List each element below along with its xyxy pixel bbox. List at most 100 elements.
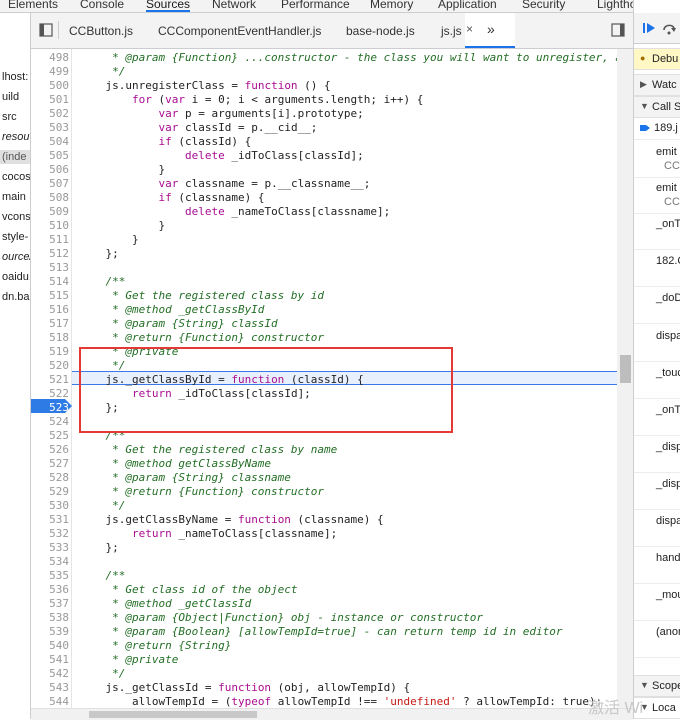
line-number[interactable]: 507 (31, 177, 69, 191)
callstack-current-frame[interactable]: 189.j (654, 121, 678, 135)
line-number[interactable]: 539 (31, 625, 69, 639)
code-line[interactable]: * @method _getClassId (79, 597, 251, 611)
line-number[interactable]: 514 (31, 275, 69, 289)
line-number[interactable]: 530 (31, 499, 69, 513)
callstack-frame[interactable]: _disp (656, 477, 680, 491)
code-line[interactable]: } (79, 233, 139, 247)
file-tab-base-node[interactable]: base-node.js (346, 23, 415, 39)
callstack-frame[interactable]: hand (656, 551, 680, 565)
code-line[interactable]: } (79, 163, 165, 177)
line-number[interactable]: 527 (31, 457, 69, 471)
navigator-item[interactable]: uild (2, 90, 19, 104)
tab-network[interactable]: Network (212, 0, 256, 12)
tab-console[interactable]: Console (80, 0, 124, 12)
line-number[interactable]: 532 (31, 527, 69, 541)
code-line[interactable]: js._getClassId = function (obj, allowTem… (79, 681, 410, 695)
line-number[interactable]: 525 (31, 429, 69, 443)
code-line[interactable]: * @private (79, 653, 178, 667)
code-line[interactable]: if (classname) { (79, 191, 264, 205)
code-line[interactable]: * @return {Function} constructor (79, 485, 324, 499)
line-number[interactable]: 520 (31, 359, 69, 373)
file-tab-js[interactable]: js.js (441, 23, 462, 39)
line-number[interactable]: 538 (31, 611, 69, 625)
tab-elements[interactable]: Elements (8, 0, 58, 12)
line-number[interactable]: 523 (31, 401, 69, 415)
step-over-icon[interactable] (662, 21, 678, 35)
code-line[interactable]: * Get class id of the object (79, 583, 297, 597)
code-line[interactable]: allowTempId = (typeof allowTempId !== 'u… (79, 695, 602, 708)
code-line[interactable]: for (var i = 0; i < arguments.length; i+… (79, 93, 423, 107)
line-number[interactable]: 541 (31, 653, 69, 667)
line-number[interactable]: 508 (31, 191, 69, 205)
code-line[interactable]: * Get the registered class by id (79, 289, 324, 303)
code-line[interactable]: return _nameToClass[classname]; (79, 527, 337, 541)
tab-application[interactable]: Application (438, 0, 497, 12)
line-number[interactable]: 506 (31, 163, 69, 177)
line-number[interactable]: 524 (31, 415, 69, 429)
navigator-item[interactable]: vcons (2, 210, 30, 224)
line-number[interactable]: 504 (31, 135, 69, 149)
line-number[interactable]: 501 (31, 93, 69, 107)
code-line[interactable]: } (79, 219, 165, 233)
resume-icon[interactable] (642, 21, 656, 35)
editor-vertical-scrollbar[interactable] (617, 49, 633, 708)
scrollbar-thumb[interactable] (620, 355, 631, 383)
code-line[interactable]: * @method _getClassById (79, 303, 264, 317)
navigator-item[interactable]: style- (2, 230, 28, 244)
callstack-frame[interactable]: _onT (656, 217, 680, 231)
line-number[interactable]: 522 (31, 387, 69, 401)
line-number[interactable]: 526 (31, 443, 69, 457)
callstack-frame[interactable]: dispa (656, 329, 680, 343)
line-number[interactable]: 511 (31, 233, 69, 247)
code-line[interactable]: * @return {Function} constructor (79, 331, 324, 345)
toggle-navigator-icon[interactable] (39, 23, 53, 37)
code-line[interactable]: delete _nameToClass[classname]; (79, 205, 390, 219)
file-tab-ccbutton[interactable]: CCButton.js (69, 23, 133, 39)
code-line[interactable]: }; (79, 541, 118, 555)
code-line[interactable]: var classId = p.__cid__; (79, 121, 317, 135)
navigator-item[interactable]: dn.ba (2, 290, 30, 304)
code-line[interactable]: */ (79, 499, 125, 513)
navigator-item[interactable]: oaidu. (2, 270, 30, 284)
code-line[interactable]: * Get the registered class by name (79, 443, 337, 457)
callstack-frame[interactable]: _touc (656, 366, 680, 380)
callstack-frame[interactable]: emit (656, 181, 677, 195)
code-line[interactable]: /** (79, 275, 125, 289)
code-line[interactable]: * @param {Boolean} [allowTempId=true] - … (79, 625, 562, 639)
line-number[interactable]: 518 (31, 331, 69, 345)
close-tab-icon[interactable]: × (466, 22, 473, 36)
callstack-frame[interactable]: _disp (656, 440, 680, 454)
line-number[interactable]: 500 (31, 79, 69, 93)
callstack-frame[interactable]: (anon (656, 625, 680, 639)
line-number[interactable]: 535 (31, 569, 69, 583)
navigator-item[interactable]: cocos (2, 170, 30, 184)
toggle-debugger-icon[interactable] (611, 23, 625, 37)
line-number[interactable]: 516 (31, 303, 69, 317)
code-line[interactable]: */ (79, 667, 125, 681)
tab-performance[interactable]: Performance (281, 0, 350, 12)
code-line[interactable]: if (classId) { (79, 135, 251, 149)
code-line[interactable]: }; (79, 247, 118, 261)
watch-section-header[interactable]: ▶ Watc (634, 74, 680, 96)
line-number[interactable]: 515 (31, 289, 69, 303)
scrollbar-thumb[interactable] (89, 711, 257, 718)
callstack-frame[interactable]: _doD (656, 291, 680, 305)
code-line[interactable]: * @param {String} classId (79, 317, 278, 331)
line-number[interactable]: 536 (31, 583, 69, 597)
line-number[interactable]: 533 (31, 541, 69, 555)
code-line[interactable]: * @param {Function} ...constructor - the… (79, 51, 622, 65)
navigator-item[interactable]: ource/ (2, 250, 30, 264)
line-number[interactable]: 544 (31, 695, 69, 708)
callstack-frame[interactable]: emit (656, 145, 677, 159)
line-number[interactable]: 512 (31, 247, 69, 261)
line-number[interactable]: 519 (31, 345, 69, 359)
navigator-item[interactable]: lhost: (2, 70, 28, 84)
code-line[interactable]: * @method getClassByName (79, 457, 271, 471)
line-number[interactable]: 540 (31, 639, 69, 653)
code-line[interactable]: /** (79, 569, 125, 583)
tab-sources[interactable]: Sources (146, 0, 191, 12)
code-editor[interactable]: * @method unregisterClass * @param {Func… (31, 49, 633, 708)
code-line[interactable]: js.unregisterClass = function () { (79, 79, 330, 93)
line-number[interactable]: 502 (31, 107, 69, 121)
navigator-item-selected[interactable]: (inde (0, 150, 30, 164)
